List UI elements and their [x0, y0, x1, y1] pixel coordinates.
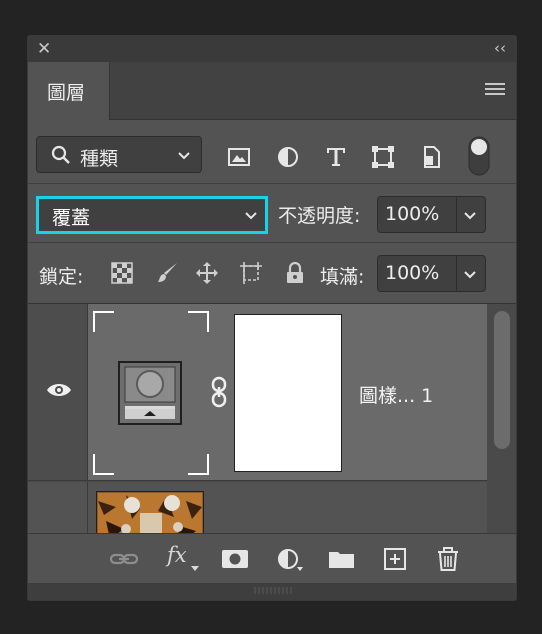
chevron-down-icon[interactable] [463, 270, 477, 280]
blend-row: 覆蓋 不透明度: 100% [28, 185, 516, 243]
fx-icon[interactable]: fx [167, 543, 187, 567]
lock-all-icon[interactable] [283, 261, 307, 285]
layer-mask-thumbnail[interactable] [234, 314, 342, 472]
lock-row: 鎖定: 填滿: 100% [28, 244, 516, 304]
tab-layers[interactable]: 圖層 [28, 62, 110, 120]
new-adjustment-layer-icon[interactable] [276, 547, 304, 571]
lock-transparent-pixels-icon[interactable] [110, 261, 134, 285]
visibility-cell [28, 304, 88, 480]
new-group-icon[interactable] [328, 547, 356, 571]
link-icon[interactable] [210, 376, 228, 408]
tab-bar: 圖層 [28, 62, 516, 120]
filter-kind-label: 種類 [80, 148, 119, 170]
layer-name[interactable]: 圖樣... 1 [359, 381, 433, 408]
chevron-down-icon[interactable] [463, 211, 477, 221]
fill-field[interactable]: 100% [377, 255, 486, 292]
panel-titlebar: ✕ ‹‹ [28, 36, 516, 62]
layer-row-selected[interactable]: 圖樣... 1 [28, 304, 487, 481]
layers-list: 圖樣... 1 [28, 304, 516, 533]
resize-strip[interactable] [28, 583, 516, 600]
panel-menu-icon[interactable] [485, 83, 505, 98]
type-filter-icon[interactable] [324, 145, 348, 169]
add-mask-icon[interactable] [221, 547, 249, 571]
blend-mode-value: 覆蓋 [52, 207, 91, 229]
bottom-toolbar: fx [28, 533, 516, 583]
resize-grip-icon[interactable] [253, 587, 293, 594]
eye-icon[interactable] [46, 381, 72, 399]
chevron-down-icon [178, 152, 190, 160]
lock-label: 鎖定: [39, 266, 84, 288]
divider [456, 256, 457, 291]
opacity-value: 100% [385, 203, 440, 225]
filter-toggle-switch[interactable] [468, 136, 490, 176]
chevron-down-icon [245, 212, 257, 220]
fill-value: 100% [385, 262, 440, 284]
search-icon [51, 145, 70, 164]
fx-menu-indicator-icon [191, 566, 199, 571]
close-panel-icon[interactable]: ✕ [37, 39, 51, 59]
lock-artboard-icon[interactable] [239, 261, 263, 285]
lock-position-icon[interactable] [195, 261, 219, 285]
blend-mode-dropdown[interactable]: 覆蓋 [36, 196, 268, 234]
fill-layer-thumbnail[interactable] [92, 310, 210, 476]
shape-filter-icon[interactable] [371, 145, 395, 169]
lock-image-pixels-icon[interactable] [156, 261, 180, 285]
collapse-panel-icon[interactable]: ‹‹ [494, 39, 506, 57]
delete-layer-icon[interactable] [434, 547, 462, 571]
adjustment-filter-icon[interactable] [276, 145, 300, 169]
tab-layers-label: 圖層 [47, 82, 86, 104]
smart-object-filter-icon[interactable] [420, 145, 444, 169]
opacity-label: 不透明度: [278, 205, 361, 227]
fill-label: 填滿: [320, 266, 365, 288]
filter-kind-dropdown[interactable]: 種類 [36, 136, 202, 173]
visibility-cell[interactable] [28, 482, 88, 533]
layer-row[interactable] [28, 482, 487, 533]
opacity-field[interactable]: 100% [377, 196, 486, 233]
tiger-layer-thumbnail[interactable] [96, 491, 204, 533]
scrollbar-thumb[interactable] [494, 311, 510, 449]
filter-row: 種類 [28, 121, 516, 184]
layers-panel: ✕ ‹‹ 圖層 種類 覆蓋 不透明度: 100% 鎖定: 填滿: 100% 圖樣… [27, 35, 517, 601]
image-filter-icon[interactable] [227, 145, 251, 169]
new-layer-icon[interactable] [381, 547, 409, 571]
link-layers-icon[interactable] [110, 547, 138, 571]
divider [456, 197, 457, 232]
